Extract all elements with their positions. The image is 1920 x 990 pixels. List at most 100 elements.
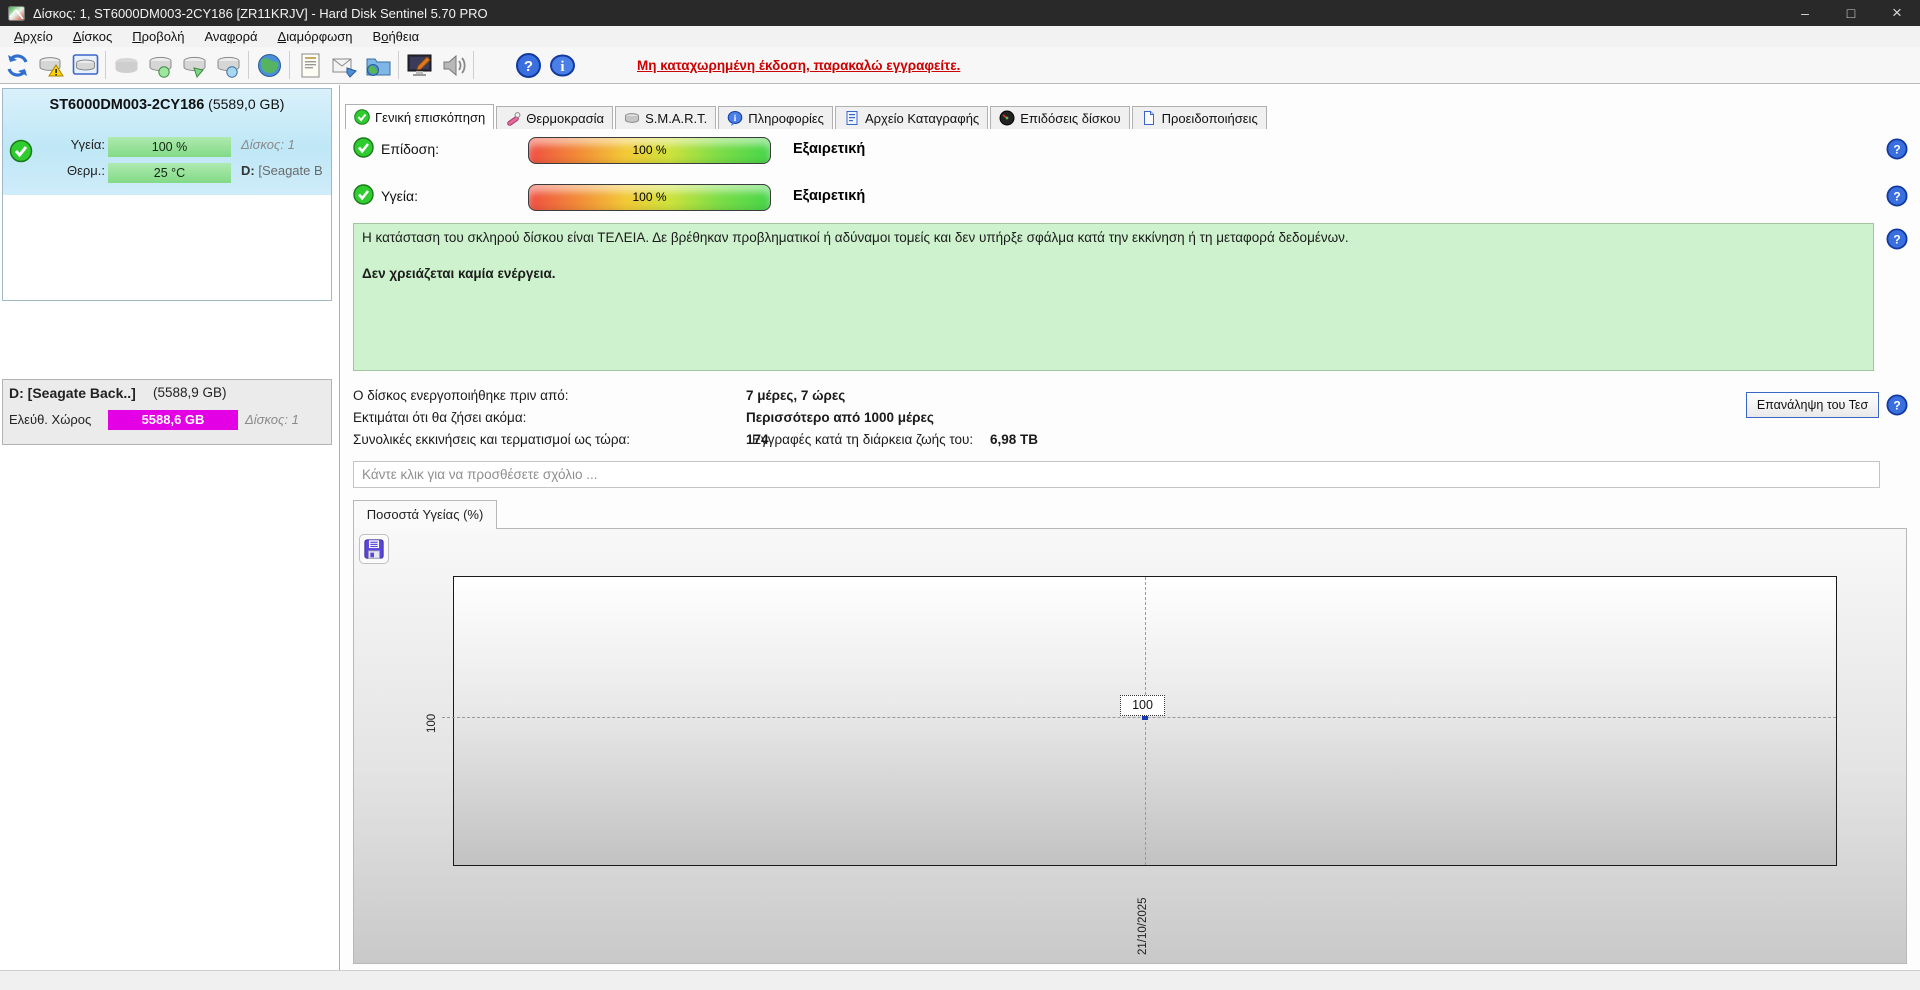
volume-name: D: [Seagate Back..]: [9, 385, 136, 401]
health-chart-panel: 100 100 21/10/2025: [353, 528, 1907, 964]
close-button[interactable]: ×: [1874, 0, 1920, 26]
report-icon[interactable]: [293, 49, 327, 81]
toolbar-separator: [105, 51, 106, 79]
y-axis-tick-label: 100: [426, 701, 438, 733]
menu-configuration[interactable]: Διαμόρφωση: [268, 27, 363, 46]
performance-rating: Εξαιρετική: [793, 141, 865, 157]
refresh-icon[interactable]: [0, 49, 34, 81]
menu-file[interactable]: Αρχείο: [4, 27, 63, 46]
alerts-page-icon: [1141, 110, 1157, 126]
disk-list-sidebar: ST6000DM003-2CY186 (5589,0 GB) Υγεία: 10…: [0, 85, 340, 970]
svg-text:i: i: [560, 59, 564, 75]
health-help-icon[interactable]: ?: [1886, 185, 1908, 207]
temperature-label: Θερμ.:: [39, 163, 105, 178]
stat-power-on-row: Ο δίσκος ενεργοποιήθηκε πριν από: 7 μέρε…: [353, 388, 1453, 410]
menu-disk[interactable]: Δίσκος: [63, 27, 122, 46]
disk-extended-test-icon[interactable]: [177, 49, 211, 81]
save-chart-button[interactable]: [359, 534, 389, 564]
disk-disabled-icon: [109, 49, 143, 81]
toolbar-separator: [248, 51, 249, 79]
menu-view[interactable]: Προβολή: [122, 27, 194, 46]
toolbar-separator: [398, 51, 399, 79]
status-action-text: Δεν χρειάζεται καμία ενέργεια.: [362, 266, 556, 281]
disk-info-test-icon[interactable]: [211, 49, 245, 81]
tab-bar: Γενική επισκόπηση Θερμοκρασία S.M.A.R.T.…: [345, 104, 1269, 129]
tab-log[interactable]: Αρχείο Καταγραφής: [835, 106, 988, 129]
svg-text:?: ?: [1893, 190, 1900, 204]
tab-smart[interactable]: S.M.A.R.T.: [615, 106, 716, 129]
disk-number: Δίσκος: 1: [241, 137, 295, 152]
health-percentage-chart-tab[interactable]: Ποσοστά Υγείας (%): [353, 500, 497, 529]
tab-temperature[interactable]: Θερμοκρασία: [496, 106, 613, 129]
toolbar-separator: [289, 51, 290, 79]
help-icon[interactable]: ?: [511, 49, 545, 81]
volume-capacity: (5588,9 GB): [153, 385, 227, 400]
toolbar: ? i Μη καταχωρημένη έκδοση, παρακαλώ εγγ…: [0, 47, 1920, 84]
stat-lifetime-row: Εκτιμάται ότι θα ζήσει ακόμα: Περισσότερ…: [353, 410, 1453, 432]
smart-disk-icon: [624, 110, 640, 126]
minimize-button[interactable]: –: [1782, 0, 1828, 26]
svg-text:?: ?: [1893, 399, 1900, 413]
disk-status-textbox: Η κατάσταση του σκληρού δίσκου είναι ΤΕΛ…: [353, 223, 1874, 371]
titlebar: Δίσκος: 1, ST6000DM003-2CY186 [ZR11KRJV]…: [0, 0, 1920, 26]
health-rating: Εξαιρετική: [793, 188, 865, 204]
free-space-label: Ελεύθ. Χώρος: [9, 412, 91, 427]
disk-panel-header: ST6000DM003-2CY186 (5589,0 GB) Υγεία: 10…: [3, 89, 331, 195]
menu-report[interactable]: Αναφορά: [194, 27, 267, 46]
vertical-gridline: [1145, 577, 1146, 865]
tab-overview[interactable]: Γενική επισκόπηση: [345, 104, 494, 129]
tab-alerts[interactable]: Προειδοποιήσεις: [1132, 106, 1267, 129]
tab-information[interactable]: i Πληροφορίες: [718, 106, 833, 129]
disk-surface-test-icon[interactable]: [34, 49, 68, 81]
health-row-label: Υγεία:: [381, 188, 418, 204]
sound-icon[interactable]: [436, 49, 470, 81]
status-text: Η κατάσταση του σκληρού δίσκου είναι ΤΕΛ…: [362, 230, 1865, 245]
hard-disk-sentinel-window: Δίσκος: 1, ST6000DM003-2CY186 [ZR11KRJV]…: [0, 0, 1920, 990]
health-row-bar: 100 %: [528, 184, 771, 211]
free-space-bar: 5588,6 GB: [108, 410, 238, 430]
volume-panel[interactable]: D: [Seagate Back..] (5588,9 GB) Ελεύθ. Χ…: [2, 379, 332, 445]
maximize-button[interactable]: □: [1828, 0, 1874, 26]
tab-disk-performance[interactable]: Επιδόσεις δίσκου: [990, 106, 1129, 129]
send-mail-icon[interactable]: [327, 49, 361, 81]
gauge-icon: [999, 110, 1015, 126]
stat-label: Συνολικές εκκινήσεις και τερματισμοί ως …: [353, 432, 630, 447]
network-folder-icon[interactable]: [361, 49, 395, 81]
thermometer-icon: [505, 110, 521, 126]
menubar: Αρχείο Δίσκος Προβολή Αναφορά Διαμόρφωση…: [0, 26, 1920, 47]
performance-ok-icon: [353, 137, 374, 158]
disk-monitor-icon[interactable]: [68, 49, 102, 81]
stat-value: 7 μέρες, 7 ώρες: [746, 388, 845, 403]
lifetime-writes-value: 6,98 TB: [990, 432, 1038, 447]
stat-label: Εκτιμάται ότι θα ζήσει ακόμα:: [353, 410, 526, 425]
status-help-icon[interactable]: ?: [1886, 228, 1908, 250]
main-content: Γενική επισκόπηση Θερμοκρασία S.M.A.R.T.…: [341, 85, 1920, 970]
menu-help[interactable]: Βοήθεια: [363, 27, 430, 46]
svg-text:?: ?: [1893, 233, 1900, 247]
comment-input[interactable]: [353, 461, 1880, 488]
disk-statistics: Ο δίσκος ενεργοποιήθηκε πριν από: 7 μέρε…: [353, 388, 1453, 454]
volume-disk-number: Δίσκος: 1: [245, 412, 299, 427]
health-label: Υγεία:: [39, 137, 105, 152]
status-bar: [0, 970, 1920, 990]
world-online-icon[interactable]: [252, 49, 286, 81]
info-icon[interactable]: i: [545, 49, 579, 81]
disk-short-test-icon[interactable]: [143, 49, 177, 81]
performance-help-icon[interactable]: ?: [1886, 138, 1908, 160]
retest-help-icon[interactable]: ?: [1886, 394, 1908, 416]
save-floppy-icon: [363, 538, 385, 560]
check-circle-icon: [354, 109, 370, 125]
svg-text:?: ?: [523, 58, 532, 75]
svg-text:?: ?: [1893, 143, 1900, 157]
stat-label: Ο δίσκος ενεργοποιήθηκε πριν από:: [353, 388, 569, 403]
unregistered-version-notice[interactable]: Μη καταχωρημένη έκδοση, παρακαλώ εγγραφε…: [637, 58, 960, 73]
disk-panel-selected[interactable]: ST6000DM003-2CY186 (5589,0 GB) Υγεία: 10…: [2, 88, 332, 301]
toolbar-separator: [473, 51, 474, 79]
horizontal-gridline: [442, 717, 1836, 718]
health-chart-plot[interactable]: 100: [453, 576, 1837, 866]
performance-bar: 100 %: [528, 137, 771, 164]
desktop-settings-icon[interactable]: [402, 49, 436, 81]
retest-button[interactable]: Επανάληψη του Τεσ: [1746, 392, 1879, 418]
x-axis-date-label: 21/10/2025: [1137, 871, 1149, 955]
lifetime-writes-label: Εγγραφές κατά τη διάρκεια ζωής του:: [752, 432, 973, 447]
